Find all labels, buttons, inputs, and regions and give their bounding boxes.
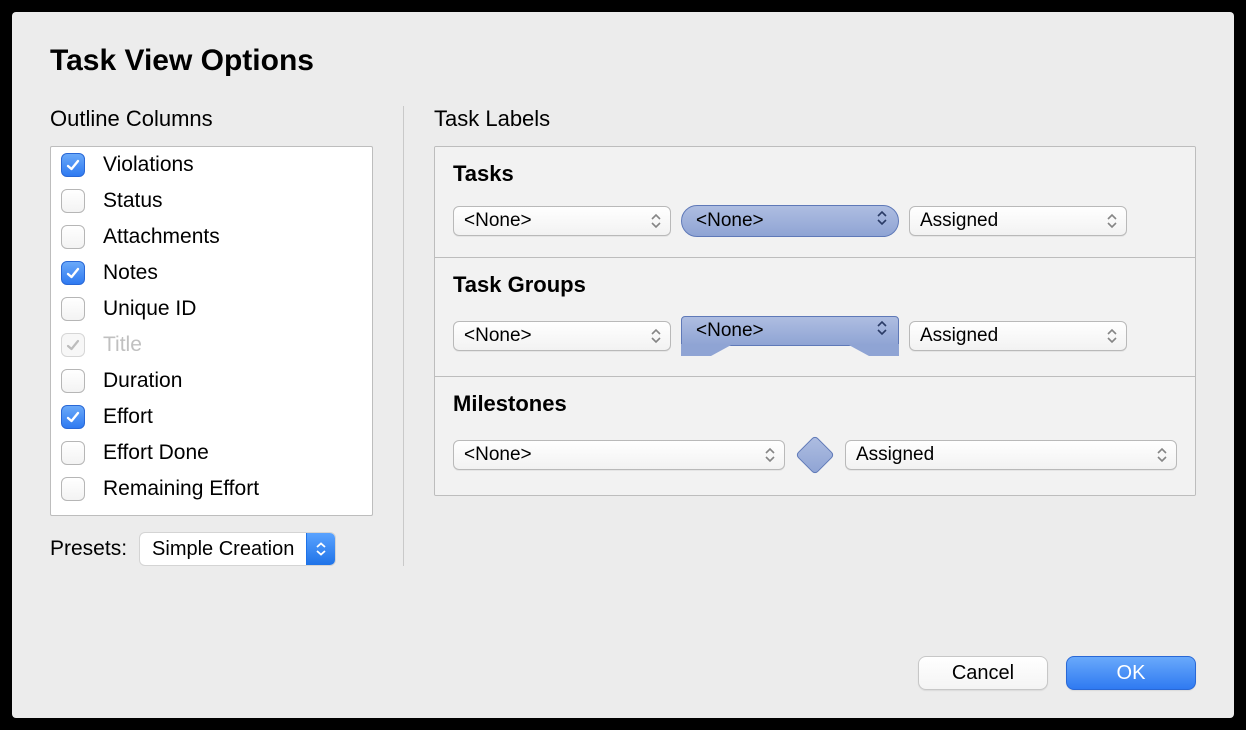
chevrons-icon — [306, 533, 335, 565]
list-item[interactable]: Attachments — [51, 219, 372, 255]
task-groups-section-title: Task Groups — [453, 272, 1177, 298]
list-item-label: Title — [103, 333, 142, 357]
checkbox[interactable] — [61, 189, 85, 213]
checkbox[interactable] — [61, 153, 85, 177]
list-item-label: Status — [103, 189, 163, 213]
milestone-diamond-icon — [795, 435, 835, 475]
tasks-left-select[interactable]: <None> — [453, 206, 671, 236]
checkbox[interactable] — [61, 441, 85, 465]
list-item[interactable]: Effort — [51, 399, 372, 435]
select-value: <None> — [464, 210, 532, 232]
outline-columns-list: Violations Status Attachments N — [50, 146, 373, 516]
chevrons-icon — [1106, 328, 1118, 344]
tasks-right-select[interactable]: Assigned — [909, 206, 1127, 236]
checkbox[interactable] — [61, 369, 85, 393]
cancel-button[interactable]: Cancel — [918, 656, 1048, 690]
list-item-label: Attachments — [103, 225, 220, 249]
presets-label: Presets: — [50, 537, 127, 561]
task-labels-heading: Task Labels — [434, 106, 1196, 132]
groups-left-select[interactable]: <None> — [453, 321, 671, 351]
select-value: <None> — [696, 210, 764, 232]
milestones-section-title: Milestones — [453, 391, 1177, 417]
list-item-label: Duration — [103, 369, 182, 393]
list-item[interactable]: Unique ID — [51, 291, 372, 327]
select-value: <None> — [464, 444, 532, 466]
presets-select[interactable]: Simple Creation — [139, 532, 336, 566]
select-value: <None> — [696, 320, 764, 342]
list-item[interactable]: Violations — [51, 147, 372, 183]
select-value: <None> — [464, 325, 532, 347]
tasks-middle-bar-select[interactable]: <None> — [681, 205, 899, 237]
chevrons-icon — [876, 320, 888, 342]
checkbox[interactable] — [61, 225, 85, 249]
list-item-label: Violations — [103, 153, 194, 177]
checkbox[interactable] — [61, 297, 85, 321]
chevrons-icon — [876, 210, 888, 232]
checkbox — [61, 333, 85, 357]
ok-button[interactable]: OK — [1066, 656, 1196, 690]
list-item-label: Effort Done — [103, 441, 209, 465]
list-item[interactable]: Remaining Effort — [51, 471, 372, 507]
presets-value: Simple Creation — [140, 538, 306, 561]
dialog-title: Task View Options — [50, 44, 1196, 78]
chevrons-icon — [1156, 447, 1168, 463]
list-item[interactable]: Duration — [51, 363, 372, 399]
groups-middle-shape-select[interactable]: <None> — [681, 316, 899, 356]
checkbox[interactable] — [61, 405, 85, 429]
select-value: Assigned — [920, 325, 998, 347]
list-item-label: Remaining Effort — [103, 477, 259, 501]
tasks-section-title: Tasks — [453, 161, 1177, 187]
list-item-label: Effort — [103, 405, 153, 429]
task-view-options-dialog: Task View Options Outline Columns Violat… — [12, 12, 1234, 718]
groups-right-select[interactable]: Assigned — [909, 321, 1127, 351]
outline-columns-label: Outline Columns — [50, 106, 373, 132]
select-value: Assigned — [920, 210, 998, 232]
checkbox[interactable] — [61, 261, 85, 285]
select-value: Assigned — [856, 444, 934, 466]
chevrons-icon — [650, 213, 662, 229]
checkbox[interactable] — [61, 477, 85, 501]
milestones-left-select[interactable]: <None> — [453, 440, 785, 470]
list-item: Title — [51, 327, 372, 363]
chevrons-icon — [650, 328, 662, 344]
list-item-label: Notes — [103, 261, 158, 285]
list-item-label: Unique ID — [103, 297, 196, 321]
list-item[interactable]: Notes — [51, 255, 372, 291]
list-item[interactable]: Status — [51, 183, 372, 219]
milestones-right-select[interactable]: Assigned — [845, 440, 1177, 470]
chevrons-icon — [764, 447, 776, 463]
chevrons-icon — [1106, 213, 1118, 229]
list-item[interactable]: Effort Done — [51, 435, 372, 471]
